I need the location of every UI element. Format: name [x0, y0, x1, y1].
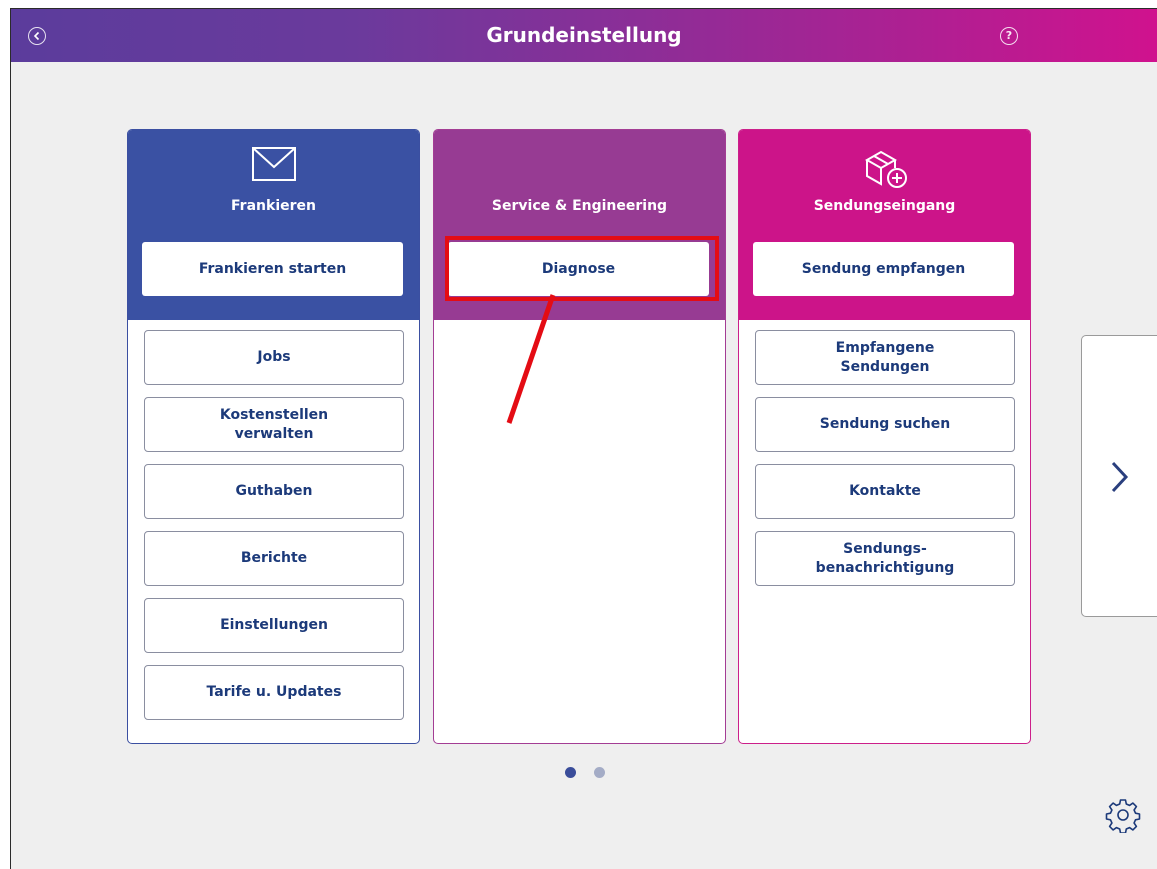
app-frame: Grundeinstellung ? Frankieren Frankieren… [10, 8, 1157, 869]
guthaben-button[interactable]: Guthaben [144, 464, 404, 519]
help-icon[interactable]: ? [1000, 27, 1018, 45]
tile-sendungseingang: Sendungseingang Sendung empfangen Empfan… [738, 129, 1031, 744]
page-indicator-dot[interactable] [594, 767, 605, 778]
sendungsbenachrichtigung-button[interactable]: Sendungs- benachrichtigung [755, 531, 1015, 586]
sendung-suchen-button[interactable]: Sendung suchen [755, 397, 1015, 452]
tile-header: Sendungseingang Sendung empfangen [739, 130, 1030, 320]
tarife-updates-button[interactable]: Tarife u. Updates [144, 665, 404, 720]
kostenstellen-verwalten-button[interactable]: Kostenstellen verwalten [144, 397, 404, 452]
tile-header: Frankieren Frankieren starten [128, 130, 419, 320]
package-add-icon [864, 150, 907, 188]
berichte-button[interactable]: Berichte [144, 531, 404, 586]
einstellungen-button[interactable]: Einstellungen [144, 598, 404, 653]
tile-title: Service & Engineering [491, 198, 668, 214]
chevron-right-icon [1111, 461, 1129, 493]
kontakte-button[interactable]: Kontakte [755, 464, 1015, 519]
tile-title: Frankieren [231, 198, 316, 214]
tile-service-engineering: Service & Engineering Diagnose [433, 129, 726, 744]
gear-icon[interactable] [1105, 797, 1141, 833]
annotation-highlight-box [445, 236, 719, 301]
annotation-arrow [506, 294, 556, 424]
tile-title: Sendungseingang [813, 198, 956, 214]
header-bar: Grundeinstellung ? [11, 9, 1157, 62]
tile-frankieren: Frankieren Frankieren starten Jobs Koste… [127, 129, 420, 744]
page-title: Grundeinstellung [486, 23, 682, 47]
next-page-button[interactable] [1081, 335, 1157, 617]
page-indicator-dot-active[interactable] [565, 767, 576, 778]
sendung-empfangen-button[interactable]: Sendung empfangen [753, 242, 1014, 296]
jobs-button[interactable]: Jobs [144, 330, 404, 385]
envelope-icon [251, 147, 296, 181]
frankieren-starten-button[interactable]: Frankieren starten [142, 242, 403, 296]
empfangene-sendungen-button[interactable]: Empfangene Sendungen [755, 330, 1015, 385]
